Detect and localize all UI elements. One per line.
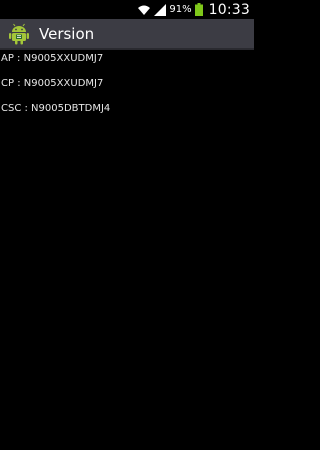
battery-icon [194,3,203,16]
status-icons: 91% 10:33 [137,0,250,19]
csc-version: CSC : N9005DBTDMJ4 [1,103,111,114]
status-bar: 91% 10:33 [0,0,254,19]
wifi-icon [138,5,151,15]
ap-version: AP : N9005XXUDMJ7 [1,53,104,64]
battery-percent: 91% [169,4,192,15]
page-title: Version [39,25,95,43]
status-clock: 10:33 [208,1,250,18]
android-icon[interactable] [8,23,30,45]
action-bar: Version [0,19,254,50]
signal-icon [154,3,167,16]
cp-version: CP : N9005XXUDMJ7 [1,78,104,89]
screen: 91% 10:33 Version AP: N9005XXUDMJ7 CP:… [0,0,254,450]
